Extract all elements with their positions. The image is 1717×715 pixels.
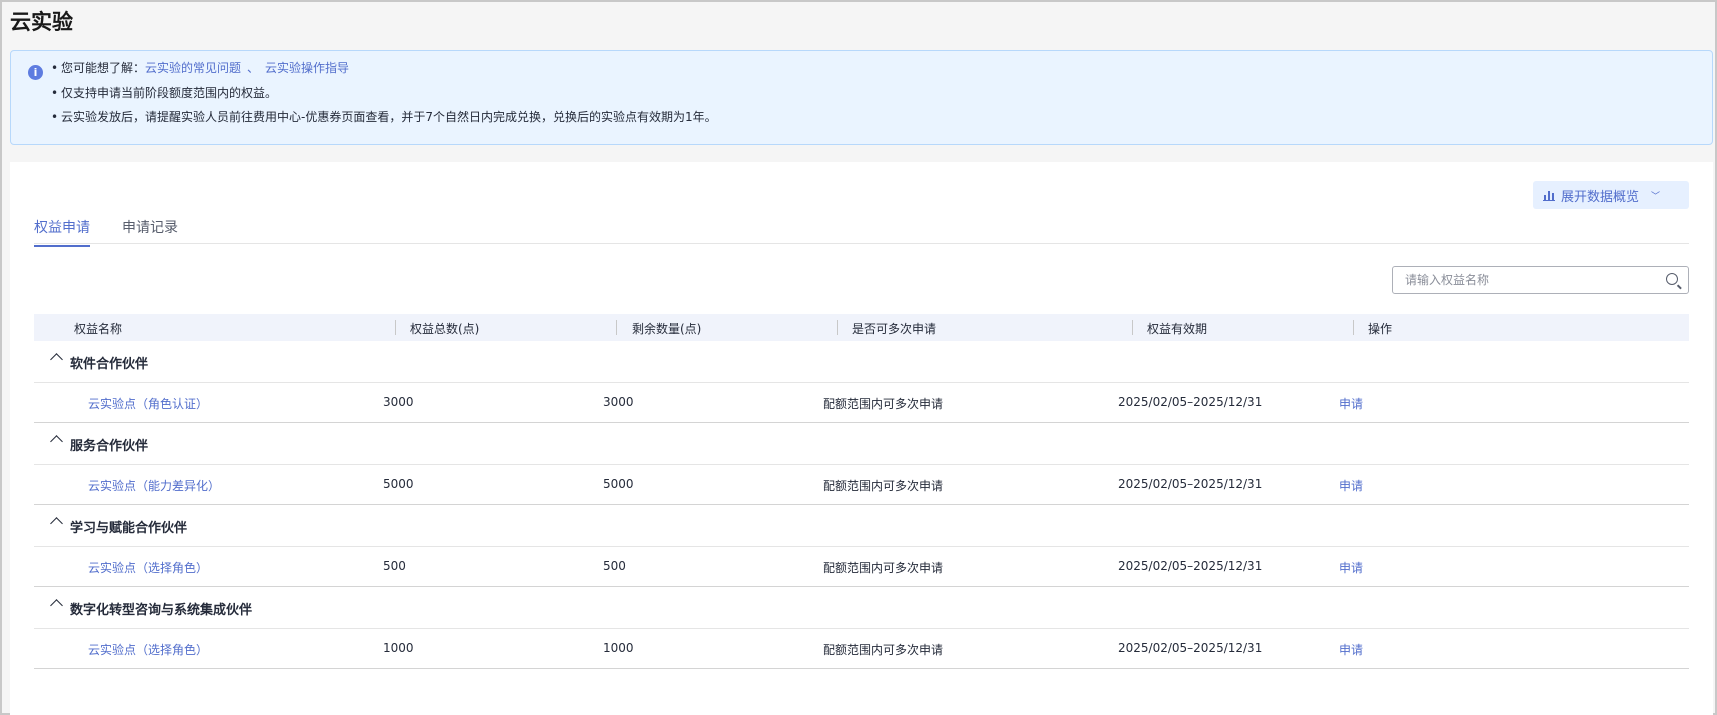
group-row[interactable]: 学习与赋能合作伙伴 xyxy=(34,505,1689,547)
apply-button[interactable]: 申请 xyxy=(1339,559,1363,576)
repeat-cell: 配额范围内可多次申请 xyxy=(823,643,944,657)
table-header: 权益名称 权益总数(点) 剩余数量(点) 是否可多次申请 权益有效期 操作 xyxy=(34,314,1689,341)
table-row: 云实验点（能力差异化） 5000 5000 配额范围内可多次申请 2025/02… xyxy=(34,465,1689,505)
column-divider xyxy=(616,320,617,335)
column-divider xyxy=(1132,320,1133,335)
column-header-remaining: 剩余数量(点) xyxy=(632,322,702,336)
chevron-up-icon[interactable] xyxy=(50,599,63,612)
repeat-cell: 配额范围内可多次申请 xyxy=(823,561,944,575)
validity-cell: 2025/02/05–2025/12/31 xyxy=(1118,559,1263,573)
remaining-cell: 1000 xyxy=(603,641,634,655)
column-divider xyxy=(837,320,838,335)
search-input[interactable] xyxy=(1393,267,1643,293)
validity-cell: 2025/02/05–2025/12/31 xyxy=(1118,641,1263,655)
benefit-name-link[interactable]: 云实验点（选择角色） xyxy=(88,641,208,658)
app-frame: 云实验 i • 您可能想了解：云实验的常见问题、云实验操作指导 • 仅支持申请当前阶… xyxy=(0,0,1717,715)
notice-line-3: • 云实验发放后，请提醒实验人员前往费用中心-优惠券页面查看，并于7个自然日内完成… xyxy=(51,110,717,124)
notice-prefix: 您可能想了解： xyxy=(61,61,146,75)
benefit-name-link[interactable]: 云实验点（选择角色） xyxy=(88,559,208,576)
table-row: 云实验点（角色认证） 3000 3000 配额范围内可多次申请 2025/02/… xyxy=(34,383,1689,423)
chevron-up-icon[interactable] xyxy=(50,517,63,530)
group-name: 服务合作伙伴 xyxy=(70,439,149,454)
column-divider xyxy=(395,320,396,335)
total-cell: 3000 xyxy=(383,395,414,409)
total-cell: 1000 xyxy=(383,641,414,655)
column-header-total: 权益总数(点) xyxy=(410,322,480,336)
notice-line-2: • 仅支持申请当前阶段额度范围内的权益。 xyxy=(51,86,278,100)
column-header-name: 权益名称 xyxy=(74,322,123,336)
remaining-cell: 500 xyxy=(603,559,626,573)
link-separator: 、 xyxy=(247,61,260,75)
tab-apply[interactable]: 权益申请 xyxy=(34,217,90,247)
tab-records[interactable]: 申请记录 xyxy=(122,217,178,245)
page-title: 云实验 xyxy=(10,10,73,34)
remaining-cell: 5000 xyxy=(603,477,634,491)
tab-bar: 权益申请 申请记录 xyxy=(34,210,1689,247)
column-header-validity: 权益有效期 xyxy=(1147,322,1208,336)
notice-text: 云实验发放后，请提醒实验人员前往费用中心-优惠券页面查看，并于7个自然日内完成兑… xyxy=(61,110,717,124)
notice-text: 仅支持申请当前阶段额度范围内的权益。 xyxy=(61,86,278,100)
remaining-cell: 3000 xyxy=(603,395,634,409)
expand-overview-button[interactable]: 展开数据概览 ﹀ xyxy=(1533,181,1689,209)
chevron-up-icon[interactable] xyxy=(50,435,63,448)
overview-label: 展开数据概览 xyxy=(1561,189,1640,205)
info-icon: i xyxy=(28,65,43,80)
faq-link[interactable]: 云实验的常见问题 xyxy=(145,61,241,75)
group-name: 数字化转型咨询与系统集成伙伴 xyxy=(70,603,253,618)
notice-line-1: • 您可能想了解：云实验的常见问题、云实验操作指导 xyxy=(51,61,350,75)
benefits-table: 权益名称 权益总数(点) 剩余数量(点) 是否可多次申请 权益有效期 操作 软件… xyxy=(34,314,1689,669)
notice-banner: i • 您可能想了解：云实验的常见问题、云实验操作指导 • 仅支持申请当前阶段额度范… xyxy=(10,50,1713,145)
group-row[interactable]: 服务合作伙伴 xyxy=(34,423,1689,465)
chevron-down-icon: ﹀ xyxy=(1651,191,1661,202)
repeat-cell: 配额范围内可多次申请 xyxy=(823,397,944,411)
apply-button[interactable]: 申请 xyxy=(1339,641,1363,658)
column-divider xyxy=(1353,320,1354,335)
column-header-action: 操作 xyxy=(1368,322,1393,336)
column-header-repeat: 是否可多次申请 xyxy=(852,322,937,336)
table-row: 云实验点（选择角色） 500 500 配额范围内可多次申请 2025/02/05… xyxy=(34,547,1689,587)
group-name: 软件合作伙伴 xyxy=(70,357,149,372)
total-cell: 500 xyxy=(383,559,406,573)
repeat-cell: 配额范围内可多次申请 xyxy=(823,479,944,493)
search-icon[interactable] xyxy=(1666,273,1678,285)
benefit-name-link[interactable]: 云实验点（能力差异化） xyxy=(88,477,220,494)
search-box xyxy=(1392,266,1689,294)
apply-button[interactable]: 申请 xyxy=(1339,395,1363,412)
guide-link[interactable]: 云实验操作指导 xyxy=(265,61,349,75)
benefit-name-link[interactable]: 云实验点（角色认证） xyxy=(88,395,208,412)
group-name: 学习与赋能合作伙伴 xyxy=(70,521,188,536)
chevron-up-icon[interactable] xyxy=(50,353,63,366)
validity-cell: 2025/02/05–2025/12/31 xyxy=(1118,395,1263,409)
apply-button[interactable]: 申请 xyxy=(1339,477,1363,494)
group-row[interactable]: 软件合作伙伴 xyxy=(34,341,1689,383)
validity-cell: 2025/02/05–2025/12/31 xyxy=(1118,477,1263,491)
bar-chart-icon xyxy=(1543,189,1555,201)
main-card: 展开数据概览 ﹀ 权益申请 申请记录 权益名称 权益总数(点) 剩余数量(点) … xyxy=(10,162,1713,715)
total-cell: 5000 xyxy=(383,477,414,491)
table-row: 云实验点（选择角色） 1000 1000 配额范围内可多次申请 2025/02/… xyxy=(34,629,1689,669)
group-row[interactable]: 数字化转型咨询与系统集成伙伴 xyxy=(34,587,1689,629)
